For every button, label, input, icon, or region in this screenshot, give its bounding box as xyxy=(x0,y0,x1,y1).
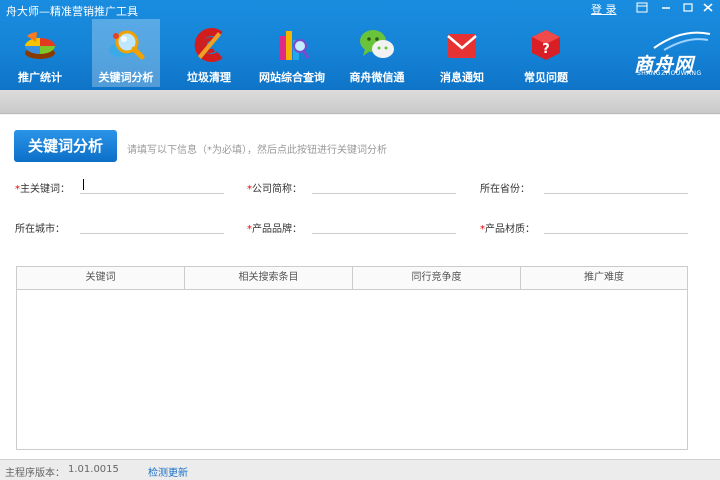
text-cursor xyxy=(83,179,84,190)
city-label: 所在城市： xyxy=(15,224,65,235)
instruction-text: 请填写以下信息（*为必填），然后点此按钮进行关键词分析 xyxy=(127,145,387,156)
material-label: *产品材质： xyxy=(480,224,535,235)
close-icon[interactable] xyxy=(700,2,716,16)
login-link[interactable]: 登 录 xyxy=(591,1,617,17)
city-input[interactable] xyxy=(80,216,224,234)
province-input[interactable] xyxy=(544,176,688,194)
column-header-difficulty[interactable]: 推广难度 xyxy=(521,267,687,289)
maximize-icon[interactable] xyxy=(680,2,696,16)
table-header: 关键词 相关搜索条目 同行竞争度 推广难度 xyxy=(17,267,687,290)
company-name-input[interactable] xyxy=(312,176,456,194)
magnifier-icon xyxy=(109,30,145,60)
nav-item-notifications[interactable]: 消息通知 xyxy=(428,19,496,87)
main-toolbar: 推广统计 关键词分析 垃圾清理 网站综合查询 商舟微信通 消息通知 ? 常见问题 xyxy=(0,19,620,90)
main-keyword-input[interactable] xyxy=(80,176,224,194)
results-table[interactable]: 关键词 相关搜索条目 同行竞争度 推广难度 xyxy=(16,266,688,450)
company-name-label: *公司简称： xyxy=(247,184,302,195)
brand-input[interactable] xyxy=(312,216,456,234)
check-update-link[interactable]: 检测更新 xyxy=(148,464,188,479)
nav-item-junk-cleanup[interactable]: 垃圾清理 xyxy=(175,19,243,87)
keyword-analysis-button[interactable]: 关键词分析 xyxy=(14,130,117,162)
nav-item-keyword-analysis[interactable]: 关键词分析 xyxy=(92,19,160,87)
column-header-keyword[interactable]: 关键词 xyxy=(17,267,185,289)
version-label: 主程序版本： xyxy=(5,468,65,479)
nav-item-website-query[interactable]: 网站综合查询 xyxy=(258,19,326,87)
keyword-analysis-panel: 关键词分析 请填写以下信息（*为必填），然后点此按钮进行关键词分析 *主关键词：… xyxy=(0,115,720,459)
envelope-icon xyxy=(447,34,477,58)
logo-sub-text: SHANGZHOUWANG xyxy=(637,70,702,77)
nav-item-promotion-stats[interactable]: 推广统计 xyxy=(6,19,74,87)
sub-toolbar-strip xyxy=(0,90,720,114)
main-keyword-label: *主关键词： xyxy=(15,184,70,195)
question-dice-icon: ? xyxy=(532,30,560,60)
nav-label: 常见问题 xyxy=(524,71,568,84)
material-input[interactable] xyxy=(544,216,688,234)
province-label: 所在省份： xyxy=(480,184,530,195)
column-header-related-searches[interactable]: 相关搜索条目 xyxy=(185,267,353,289)
ccleaner-icon xyxy=(194,28,223,62)
boat-swoosh-icon xyxy=(653,31,711,51)
title-bar: 舟大师—精准营销推广工具 登 录 推广统计 关键词分析 垃圾清理 网站综合查询 … xyxy=(0,0,720,90)
column-header-competition[interactable]: 同行竞争度 xyxy=(353,267,521,289)
brand-label: *产品品牌： xyxy=(247,224,302,235)
pie-chart-icon xyxy=(25,32,55,59)
minimize-icon[interactable] xyxy=(658,2,674,16)
wechat-icon xyxy=(360,30,394,58)
brand-logo: 商舟网 SHANGZHOUWANG xyxy=(632,28,712,78)
nav-item-faq[interactable]: ? 常见问题 xyxy=(512,19,580,87)
status-bar: 主程序版本： 1.01.0015 检测更新 xyxy=(0,459,720,480)
svg-text:?: ? xyxy=(542,42,550,57)
nav-item-wechat[interactable]: 商舟微信通 xyxy=(343,19,411,87)
window-title: 舟大师—精准营销推广工具 xyxy=(6,5,138,18)
website-query-icon xyxy=(279,31,310,60)
skin-icon[interactable] xyxy=(634,2,650,16)
version-value: 1.01.0015 xyxy=(68,464,119,475)
